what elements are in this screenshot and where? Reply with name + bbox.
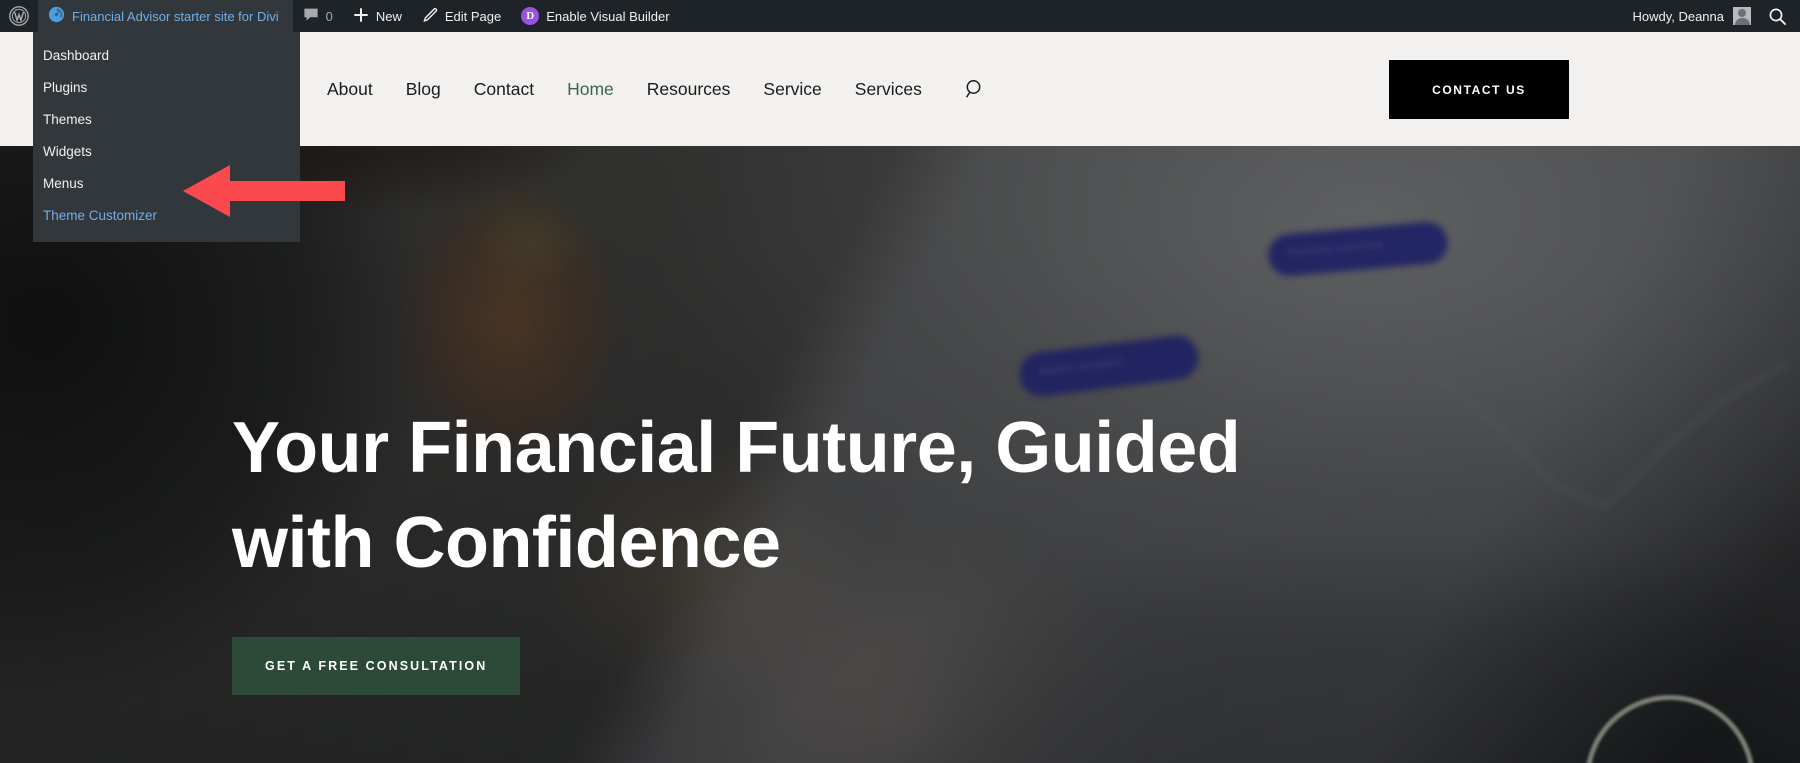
dropdown-item-menus[interactable]: Menus xyxy=(33,168,300,200)
nav-item-home[interactable]: Home xyxy=(567,79,614,100)
enable-visual-builder-link[interactable]: D Enable Visual Builder xyxy=(511,0,679,32)
new-label: New xyxy=(375,8,402,24)
nav-item-about[interactable]: About xyxy=(327,79,373,100)
hero-content: Your Financial Future, Guided with Confi… xyxy=(232,401,1352,695)
user-avatar-icon xyxy=(1733,7,1751,25)
search-icon[interactable] xyxy=(964,78,986,100)
dropdown-item-themes[interactable]: Themes xyxy=(33,104,300,136)
contact-us-button[interactable]: CONTACT US xyxy=(1389,60,1569,119)
enable-visual-builder-label: Enable Visual Builder xyxy=(546,8,670,24)
get-free-consultation-button[interactable]: GET A FREE CONSULTATION xyxy=(232,637,521,695)
dropdown-item-dashboard[interactable]: Dashboard xyxy=(33,40,300,72)
dashboard-speedometer-icon xyxy=(48,6,65,26)
admin-bar-right: Howdy, Deanna xyxy=(1622,0,1800,32)
nav-item-service[interactable]: Service xyxy=(763,79,821,100)
comment-bubble-icon xyxy=(303,7,319,26)
edit-page-label: Edit Page xyxy=(444,8,502,24)
comments-count: 0 xyxy=(325,8,333,24)
wordpress-logo-icon[interactable] xyxy=(0,0,38,32)
dropdown-item-widgets[interactable]: Widgets xyxy=(33,136,300,168)
my-account-menu[interactable]: Howdy, Deanna xyxy=(1622,0,1761,32)
new-content-menu[interactable]: New xyxy=(343,0,412,32)
site-name-menu[interactable]: Financial Advisor starter site for Divi xyxy=(38,0,293,32)
wp-admin-bar: Financial Advisor starter site for Divi … xyxy=(0,0,1800,32)
site-name-label: Financial Advisor starter site for Divi xyxy=(72,8,279,24)
dropdown-item-plugins[interactable]: Plugins xyxy=(33,72,300,104)
admin-search-icon[interactable] xyxy=(1761,0,1800,32)
divi-logo-icon: D xyxy=(521,7,540,25)
plus-icon xyxy=(353,7,369,26)
hero-title: Your Financial Future, Guided with Confi… xyxy=(232,408,1241,583)
dropdown-item-theme-customizer[interactable]: Theme Customizer xyxy=(33,200,300,232)
nav-item-contact[interactable]: Contact xyxy=(474,79,534,100)
pencil-icon xyxy=(422,7,438,26)
nav-item-resources[interactable]: Resources xyxy=(647,79,731,100)
comments-menu[interactable]: 0 xyxy=(293,0,343,32)
nav-item-blog[interactable]: Blog xyxy=(406,79,441,100)
primary-navigation: About Blog Contact Home Resources Servic… xyxy=(327,32,986,146)
nav-item-services[interactable]: Services xyxy=(855,79,922,100)
edit-page-link[interactable]: Edit Page xyxy=(412,0,511,32)
site-name-dropdown-menu: Dashboard Plugins Themes Widgets Menus T… xyxy=(33,32,300,242)
screenshot-root: Portfolio overview Market analysis Your … xyxy=(0,0,1800,763)
howdy-label: Howdy, Deanna xyxy=(1632,8,1724,24)
